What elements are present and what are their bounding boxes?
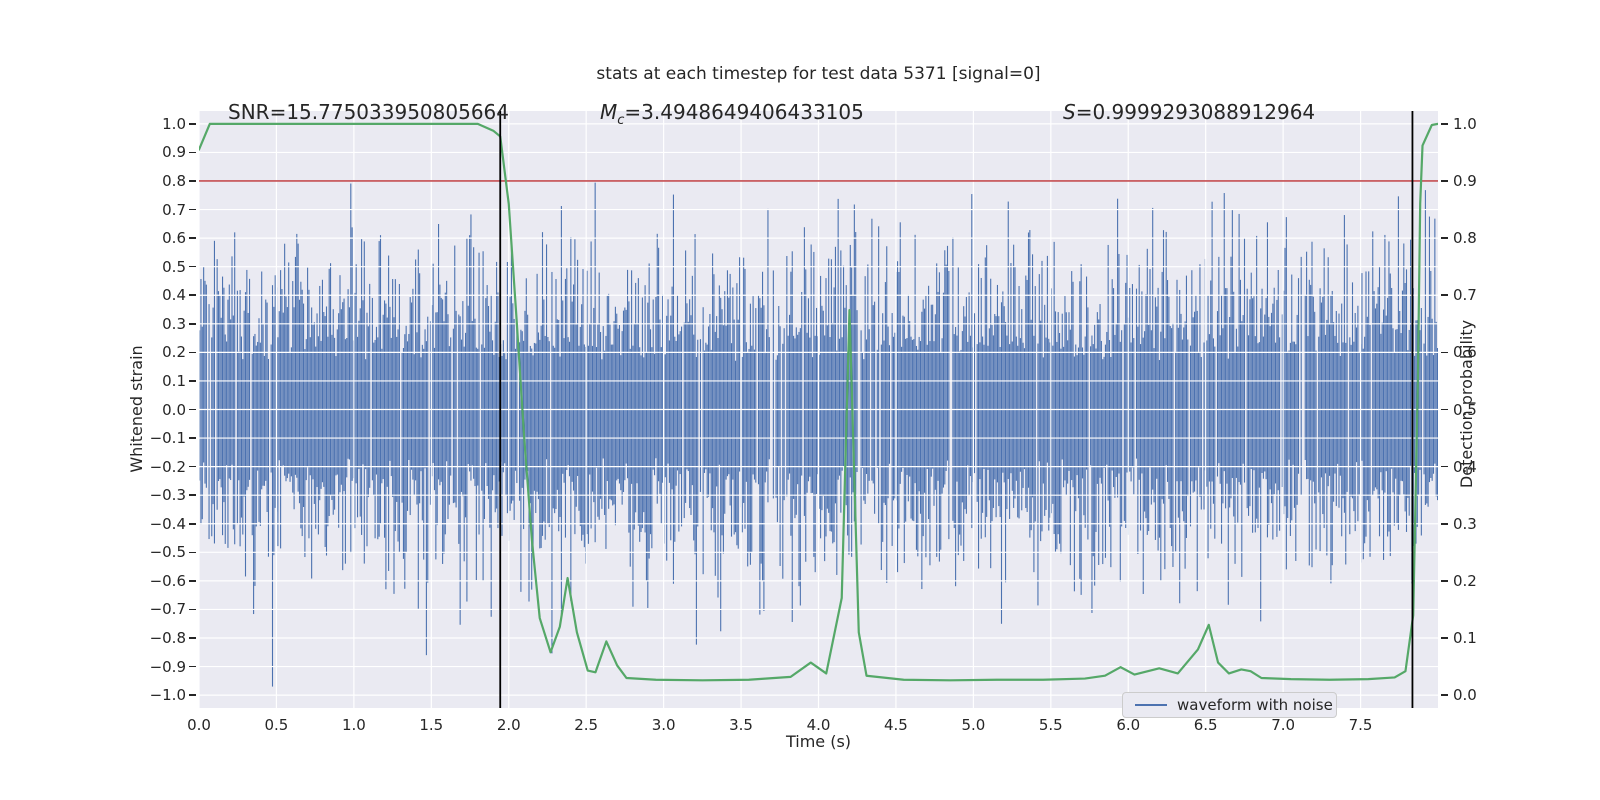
y-right-tick-label: 1.0 [1453, 114, 1477, 133]
x-tick-label: 7.0 [1271, 716, 1296, 734]
x-tick-label: 4.5 [884, 716, 908, 734]
y-right-tick-mark [1441, 294, 1448, 296]
legend: waveform with noise [1122, 692, 1337, 718]
y-right-tick-mark [1441, 351, 1448, 354]
y-left-tick-mark [189, 665, 196, 668]
y-right-tick-mark [1441, 408, 1448, 411]
y-right-tick-label: 0.9 [1453, 171, 1477, 190]
y-left-tick-label: −0.8 [149, 629, 186, 648]
y-left-tick-label: −0.5 [149, 543, 186, 562]
legend-line-sample [1135, 704, 1167, 706]
y-right-tick-mark [1441, 465, 1448, 468]
y-right-tick-mark [1441, 637, 1448, 639]
y-right-tick-label: 0.7 [1453, 286, 1477, 305]
x-tick-label: 6.0 [1116, 716, 1141, 734]
annotation-chirp-mass: Mc=3.4948649406433105 [600, 100, 864, 128]
x-tick-label: 5.5 [1038, 716, 1063, 734]
x-tick-label: 7.5 [1348, 716, 1373, 734]
y-right-tick-label: 0.3 [1453, 514, 1477, 533]
x-axis-label: Time (s) [785, 732, 852, 751]
figure: stats at each timestep for test data 537… [0, 0, 1600, 800]
annotation-significance: S=0.9999293088912964 [1063, 100, 1315, 124]
y-left-tick-label: 0.8 [162, 171, 186, 190]
y-left-tick-mark [189, 294, 196, 296]
x-tick-label: 6.5 [1193, 716, 1218, 734]
y-left-tick-mark [189, 694, 196, 696]
x-tick-label: 3.0 [651, 716, 676, 734]
y-right-tick-mark [1441, 123, 1448, 125]
x-tick-label: 3.5 [729, 716, 753, 734]
x-tick-label: 1.0 [341, 716, 366, 734]
y-left-tick-label: −0.4 [149, 514, 186, 533]
y-left-tick-label: 0.1 [162, 371, 186, 390]
y-left-tick-label: −0.6 [149, 571, 186, 590]
y-left-tick-label: −0.1 [149, 429, 186, 448]
y-right-tick-mark [1441, 694, 1448, 696]
y-left-tick-mark [189, 608, 196, 611]
y-left-tick-label: −1.0 [149, 686, 186, 705]
y-left-tick-mark [189, 494, 196, 496]
y-right-tick-label: 0.8 [1453, 229, 1477, 248]
y-right-tick-label: 0.5 [1453, 400, 1477, 419]
y-left-tick-label: 0.6 [162, 229, 186, 248]
annotation-mc-symbol: M [600, 100, 618, 124]
y-left-tick-mark [189, 151, 196, 154]
legend-entry-label: waveform with noise [1177, 696, 1333, 714]
y-left-tick-label: 0.3 [162, 314, 186, 333]
y-left-tick-mark [189, 265, 196, 268]
annotation-snr-label: SNR [228, 100, 270, 124]
y-left-tick-mark [189, 437, 196, 439]
y-left-tick-label: 0.7 [162, 200, 186, 219]
y-left-tick-mark [189, 208, 196, 211]
y-right-tick-label: 0.1 [1453, 629, 1477, 648]
annotation-snr-value: =15.775033950805664 [269, 100, 509, 124]
y-left-tick-mark [189, 123, 196, 125]
x-tick-label: 1.5 [419, 716, 444, 734]
y-right-tick-mark [1441, 523, 1448, 525]
y-left-tick-label: 0.0 [162, 400, 186, 419]
y-left-tick-mark [189, 380, 196, 382]
annotation-mc-value: =3.4948649406433105 [624, 100, 864, 124]
y-left-tick-mark [189, 551, 196, 554]
plot-area [199, 111, 1438, 708]
x-tick-label: 0.5 [264, 716, 289, 734]
y-left-tick-label: −0.2 [149, 457, 186, 476]
x-tick-label: 2.5 [574, 716, 599, 734]
y-right-tick-mark [1441, 180, 1448, 182]
annotation-s-symbol: S [1063, 100, 1076, 124]
y-left-tick-label: 0.5 [162, 257, 186, 276]
y-left-tick-label: −0.9 [149, 657, 186, 676]
x-tick-label: 0.0 [187, 716, 211, 734]
y-left-tick-label: 0.9 [162, 143, 186, 162]
y-left-tick-mark [189, 408, 196, 411]
y-left-tick-mark [189, 351, 196, 354]
y-right-tick-mark [1441, 237, 1448, 239]
y-left-tick-mark [189, 580, 196, 582]
y-right-tick-label: 0.2 [1453, 571, 1477, 590]
y-left-tick-label: 0.2 [162, 343, 186, 362]
y-left-tick-mark [189, 180, 196, 182]
y-left-tick-label: 1.0 [162, 114, 186, 133]
chart-title: stats at each timestep for test data 537… [596, 64, 1041, 84]
annotation-s-value: =0.9999293088912964 [1075, 100, 1316, 124]
y-left-tick-mark [189, 237, 196, 239]
y-left-tick-mark [189, 465, 196, 468]
y-left-tick-mark [189, 637, 196, 639]
y-left-tick-label: −0.3 [149, 486, 186, 505]
y-right-tick-label: 0.6 [1453, 343, 1477, 362]
y-left-tick-mark [189, 323, 196, 325]
x-tick-label: 5.0 [961, 716, 986, 734]
x-tick-label: 4.0 [806, 716, 831, 734]
x-tick-label: 2.0 [496, 716, 521, 734]
y-left-tick-label: 0.4 [162, 286, 186, 305]
y-left-tick-label: −0.7 [149, 600, 186, 619]
y-right-tick-label: 0.0 [1453, 686, 1477, 705]
y-right-tick-mark [1441, 580, 1448, 582]
annotation-snr: SNR=15.775033950805664 [228, 100, 509, 124]
y-left-tick-mark [189, 523, 196, 525]
y-right-tick-label: 0.4 [1453, 457, 1477, 476]
